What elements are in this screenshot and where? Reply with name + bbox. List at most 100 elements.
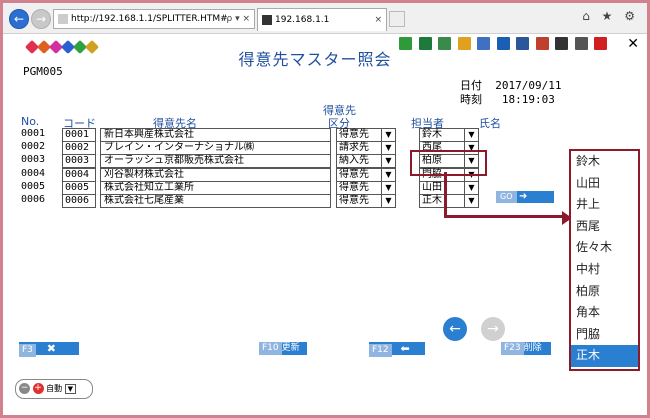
time-value: 18:19:03 xyxy=(501,93,555,106)
tanto-dropdown-list[interactable]: 鈴木 山田 井上 西尾 佐々木 中村 柏原 角本 門脇 正木 xyxy=(569,149,640,371)
app-page: 得意先マスター照会 PGM005 ✕ 日付 2017/09/11 時刻 18:1… xyxy=(3,34,647,415)
row-no: 0003 xyxy=(21,154,46,166)
tab-close-icon[interactable]: × xyxy=(374,9,382,31)
row-kubun-select[interactable]: 得意先 ▼ xyxy=(336,180,396,195)
row-name-input[interactable]: ブレイン・インターナショナル㈱ xyxy=(100,141,331,156)
row-tanto-select[interactable]: 正木 ▼ xyxy=(419,194,479,208)
f23-key-label: F23 xyxy=(501,342,524,355)
dropdown-option[interactable]: 佐々木 xyxy=(571,237,638,259)
dropdown-option[interactable]: 井上 xyxy=(571,194,638,216)
arrow-left-icon: ← xyxy=(449,321,461,337)
address-tools[interactable]: ρ ▾ × xyxy=(227,10,251,28)
f3-button[interactable]: F3 ✖ xyxy=(19,342,79,357)
image-icon[interactable] xyxy=(457,36,471,50)
row-code-input[interactable]: 0005 xyxy=(62,180,96,195)
row-tanto-select[interactable]: 山田 ▼ xyxy=(419,180,479,195)
kubun-value: 得意先 xyxy=(339,181,369,193)
zoom-out-icon[interactable]: − xyxy=(19,383,30,394)
f10-label: 更新 xyxy=(281,343,300,353)
program-id: PGM005 xyxy=(23,65,63,78)
page-title: 得意先マスター照会 xyxy=(238,50,392,69)
row-tanto-select[interactable]: 鈴木 ▼ xyxy=(419,128,479,142)
f3-key-label: F3 xyxy=(19,344,36,357)
arrow-right-icon: ➜ xyxy=(519,191,528,202)
spreadsheet-icon[interactable] xyxy=(438,36,451,50)
row-no: 0001 xyxy=(21,128,46,139)
new-tab-button[interactable] xyxy=(389,11,405,27)
row-code-input[interactable]: 0006 xyxy=(62,194,96,208)
row-no: 0006 xyxy=(21,194,46,205)
camera-icon[interactable] xyxy=(555,36,568,50)
browser-forward-button[interactable]: → xyxy=(31,9,51,29)
arrow-right-icon: → xyxy=(487,321,499,337)
powerpoint-icon[interactable] xyxy=(535,36,549,50)
row-no: 0002 xyxy=(21,141,46,153)
row-name-input[interactable]: 株式会社七尾産業 xyxy=(100,194,331,208)
browser-chrome: ← → http://192.168.1.1/SPLITTER.HTM# ρ ▾… xyxy=(3,3,647,34)
row-name-input[interactable]: 新日本興産株式会社 xyxy=(100,128,331,142)
outlook-icon[interactable] xyxy=(496,36,510,50)
tab-title: 192.168.1.1 xyxy=(275,15,330,25)
row-code-input[interactable]: 0004 xyxy=(62,167,96,182)
browser-back-button[interactable]: ← xyxy=(9,9,29,29)
dropdown-option[interactable]: 山田 xyxy=(571,173,638,195)
header-shimei: 氏名 xyxy=(479,117,501,130)
row-name-input[interactable]: 株式会社知立工業所 xyxy=(100,180,331,195)
tanto-value: 鈴木 xyxy=(422,129,442,140)
f10-key-label: F10 xyxy=(259,342,282,355)
close-icon[interactable]: ✕ xyxy=(627,36,639,52)
dropdown-option[interactable]: 門脇 xyxy=(571,324,638,346)
chevron-down-icon[interactable]: ▼ xyxy=(381,195,395,207)
pdf-icon[interactable] xyxy=(594,36,607,50)
chevron-down-icon[interactable]: ▼ xyxy=(464,181,478,194)
row-code-input[interactable]: 0003 xyxy=(62,154,96,169)
dropdown-option[interactable]: 西尾 xyxy=(571,216,638,238)
row-name-input[interactable]: オーラッシュ京都販売株式会社 xyxy=(100,154,331,169)
zoom-control[interactable]: − + 自動 ▼ xyxy=(15,379,93,399)
dropdown-option[interactable]: 角本 xyxy=(571,302,638,324)
row-code-input[interactable]: 0001 xyxy=(62,128,96,142)
browser-toolbar-icons[interactable]: ⌂ ★ ⚙ xyxy=(582,9,639,23)
f23-button[interactable]: F23 削除 xyxy=(501,342,551,355)
go-button[interactable]: GO ➜ xyxy=(496,191,554,203)
dropdown-option[interactable]: 柏原 xyxy=(571,281,638,303)
kubun-value: 得意先 xyxy=(339,129,369,140)
chevron-down-icon[interactable]: ▼ xyxy=(464,195,478,207)
chevron-down-icon[interactable]: ▼ xyxy=(381,142,395,155)
row-kubun-select[interactable]: 得意先 ▼ xyxy=(336,194,396,208)
go-label: GO xyxy=(496,191,517,203)
dropdown-option[interactable]: 鈴木 xyxy=(571,151,638,173)
dropdown-option[interactable]: 正木 xyxy=(571,345,638,367)
export-toolbar xyxy=(399,36,610,52)
callout-connector-vertical xyxy=(444,172,447,218)
time-label: 時刻 xyxy=(460,93,482,106)
row-kubun-select[interactable]: 得意先 ▼ xyxy=(336,167,396,182)
chevron-down-icon[interactable]: ▼ xyxy=(381,129,395,141)
chevron-down-icon[interactable]: ▼ xyxy=(464,129,478,141)
close-x-icon: ✖ xyxy=(46,342,56,355)
chevron-down-icon[interactable]: ▼ xyxy=(381,155,395,168)
zoom-in-icon[interactable]: + xyxy=(32,383,44,394)
download-icon[interactable] xyxy=(399,36,412,50)
browser-tab[interactable]: 192.168.1.1 × xyxy=(257,8,387,31)
word-icon[interactable] xyxy=(516,36,529,50)
chevron-down-icon[interactable]: ▼ xyxy=(381,181,395,194)
f10-button[interactable]: F10 更新 xyxy=(259,342,307,355)
row-kubun-select[interactable]: 得意先 ▼ xyxy=(336,128,396,142)
f23-label: 削除 xyxy=(523,343,542,353)
prev-page-button[interactable]: ← xyxy=(443,317,467,341)
address-bar[interactable]: http://192.168.1.1/SPLITTER.HTM# ρ ▾ × xyxy=(53,9,255,29)
f12-button[interactable]: F12 ⬅ xyxy=(369,342,425,357)
print-icon[interactable] xyxy=(574,36,588,50)
row-kubun-select[interactable]: 納入先 ▼ xyxy=(336,154,396,169)
next-page-button[interactable]: → xyxy=(481,317,505,341)
row-kubun-select[interactable]: 請求先 ▼ xyxy=(336,141,396,156)
chevron-down-icon[interactable]: ▼ xyxy=(64,384,77,394)
row-code-input[interactable]: 0002 xyxy=(62,141,96,156)
kubun-value: 得意先 xyxy=(339,195,369,206)
excel-icon[interactable] xyxy=(418,36,432,50)
row-name-input[interactable]: 刈谷製材株式会社 xyxy=(100,167,331,182)
dropdown-option[interactable]: 中村 xyxy=(571,259,638,281)
grid-icon[interactable] xyxy=(477,36,490,50)
chevron-down-icon[interactable]: ▼ xyxy=(381,168,395,181)
